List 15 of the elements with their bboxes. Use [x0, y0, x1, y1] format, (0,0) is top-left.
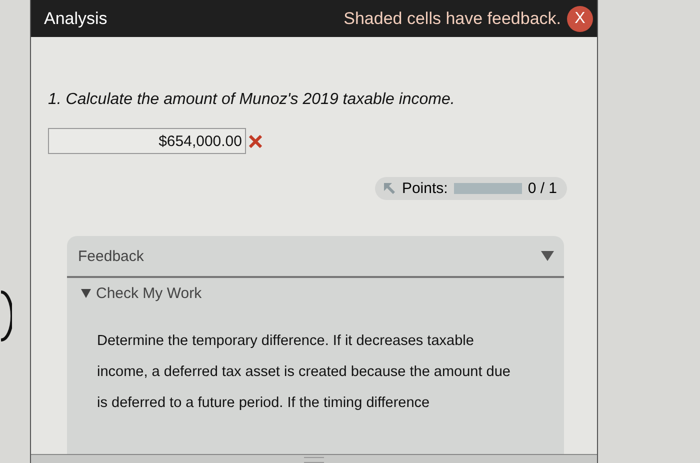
arrow-icon: [382, 182, 396, 195]
check-my-work-link[interactable]: Check My Work: [96, 285, 202, 302]
resize-handle[interactable]: [304, 457, 324, 463]
answer-field[interactable]: $654,000.00: [48, 128, 246, 154]
feedback-title: Feedback: [78, 248, 144, 264]
expand-caret-icon[interactable]: [81, 289, 91, 298]
panel-title: Analysis: [44, 8, 108, 28]
points-score: 0 / 1: [528, 180, 557, 197]
arc-drawing: [0, 290, 12, 342]
close-button[interactable]: X: [567, 6, 593, 32]
dropdown-caret-icon[interactable]: [541, 251, 554, 261]
points-label: Points:: [402, 180, 448, 197]
question-text: 1. Calculate the amount of Munoz's 2019 taxable income.: [48, 91, 456, 109]
feedback-notice: Shaded cells have feedback.: [344, 8, 561, 28]
feedback-text: Determine the temporary difference. If it decreases taxable income, a deferred tax asset is created because the amount due is deferred to a future period. If the timing difference: [97, 332, 512, 413]
